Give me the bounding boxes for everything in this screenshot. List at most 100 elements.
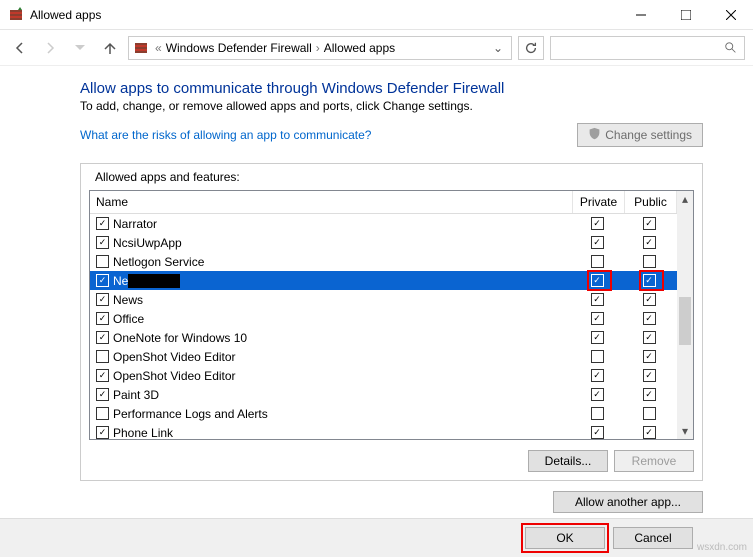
table-row[interactable]: Netlogon Service	[90, 252, 677, 271]
private-checkbox[interactable]	[591, 350, 604, 363]
grid-header: Name Private Public	[90, 191, 677, 214]
table-row[interactable]: Paint 3D	[90, 385, 677, 404]
group-label: Allowed apps and features:	[91, 170, 244, 184]
shield-icon	[588, 127, 601, 143]
nav-row: « Windows Defender Firewall › Allowed ap…	[0, 30, 753, 66]
titlebar: Allowed apps	[0, 0, 753, 30]
address-bar[interactable]: « Windows Defender Firewall › Allowed ap…	[128, 36, 512, 60]
public-checkbox[interactable]	[643, 331, 656, 344]
enable-checkbox[interactable]	[96, 255, 109, 268]
table-row[interactable]: News	[90, 290, 677, 309]
forward-button[interactable]	[38, 36, 62, 60]
app-name: Nexxxxxxxx	[113, 274, 573, 288]
table-row[interactable]: Narrator	[90, 214, 677, 233]
col-private[interactable]: Private	[573, 191, 625, 213]
watermark: wsxdn.com	[697, 542, 747, 553]
app-name: Paint 3D	[113, 388, 573, 402]
chevron-right-icon: ›	[314, 41, 322, 55]
breadcrumb-allowed-apps[interactable]: Allowed apps	[322, 41, 397, 55]
recent-dropdown[interactable]	[68, 36, 92, 60]
details-button[interactable]: Details...	[528, 450, 608, 472]
firewall-icon	[133, 40, 149, 56]
public-checkbox[interactable]	[643, 236, 656, 249]
public-checkbox[interactable]	[643, 293, 656, 306]
private-checkbox[interactable]	[591, 331, 604, 344]
public-checkbox[interactable]	[643, 407, 656, 420]
private-checkbox[interactable]	[591, 274, 604, 287]
table-row[interactable]: Performance Logs and Alerts	[90, 404, 677, 423]
table-row[interactable]: Phone Link	[90, 423, 677, 439]
minimize-button[interactable]	[618, 0, 663, 30]
public-checkbox[interactable]	[643, 255, 656, 268]
private-checkbox[interactable]	[591, 388, 604, 401]
cancel-button[interactable]: Cancel	[613, 527, 693, 549]
table-row[interactable]: Office	[90, 309, 677, 328]
col-name[interactable]: Name	[90, 191, 573, 213]
apps-grid: Name Private Public Narrator NcsiUwpApp Ne…	[89, 190, 694, 440]
change-settings-label: Change settings	[605, 128, 692, 142]
search-icon	[724, 41, 738, 55]
back-button[interactable]	[8, 36, 32, 60]
scroll-down-icon[interactable]: ▾	[677, 423, 693, 439]
public-checkbox[interactable]	[643, 312, 656, 325]
page-subtext: To add, change, or remove allowed apps a…	[80, 99, 703, 113]
ok-button[interactable]: OK	[525, 527, 605, 549]
enable-checkbox[interactable]	[96, 217, 109, 230]
enable-checkbox[interactable]	[96, 293, 109, 306]
breadcrumb-firewall[interactable]: Windows Defender Firewall	[164, 41, 314, 55]
enable-checkbox[interactable]	[96, 388, 109, 401]
public-checkbox[interactable]	[643, 350, 656, 363]
app-name: Office	[113, 312, 573, 326]
private-checkbox[interactable]	[591, 312, 604, 325]
enable-checkbox[interactable]	[96, 274, 109, 287]
private-checkbox[interactable]	[591, 217, 604, 230]
maximize-button[interactable]	[663, 0, 708, 30]
private-checkbox[interactable]	[591, 236, 604, 249]
private-checkbox[interactable]	[591, 426, 604, 439]
scroll-thumb[interactable]	[679, 297, 691, 345]
enable-checkbox[interactable]	[96, 369, 109, 382]
public-checkbox[interactable]	[643, 274, 656, 287]
dialog-footer: OK Cancel	[0, 518, 753, 557]
table-row[interactable]: Nexxxxxxxx	[90, 271, 677, 290]
public-checkbox[interactable]	[643, 388, 656, 401]
content-area: Allow apps to communicate through Window…	[0, 66, 753, 513]
private-checkbox[interactable]	[591, 255, 604, 268]
scroll-up-icon[interactable]: ▴	[677, 191, 693, 207]
refresh-button[interactable]	[518, 36, 544, 60]
allowed-apps-group: Allowed apps and features: Name Private …	[80, 163, 703, 481]
app-name: News	[113, 293, 573, 307]
col-public[interactable]: Public	[625, 191, 677, 213]
public-checkbox[interactable]	[643, 369, 656, 382]
app-name: OpenShot Video Editor	[113, 350, 573, 364]
up-button[interactable]	[98, 36, 122, 60]
risks-link[interactable]: What are the risks of allowing an app to…	[80, 128, 371, 142]
public-checkbox[interactable]	[643, 217, 656, 230]
enable-checkbox[interactable]	[96, 426, 109, 439]
allow-another-app-button[interactable]: Allow another app...	[553, 491, 703, 513]
table-row[interactable]: NcsiUwpApp	[90, 233, 677, 252]
close-button[interactable]	[708, 0, 753, 30]
app-name: Narrator	[113, 217, 573, 231]
table-row[interactable]: OneNote for Windows 10	[90, 328, 677, 347]
search-box[interactable]	[550, 36, 745, 60]
table-row[interactable]: OpenShot Video Editor	[90, 366, 677, 385]
enable-checkbox[interactable]	[96, 312, 109, 325]
enable-checkbox[interactable]	[96, 331, 109, 344]
scroll-track[interactable]	[677, 207, 693, 423]
enable-checkbox[interactable]	[96, 350, 109, 363]
app-name: NcsiUwpApp	[113, 236, 573, 250]
private-checkbox[interactable]	[591, 293, 604, 306]
change-settings-button[interactable]: Change settings	[577, 123, 703, 147]
table-row[interactable]: OpenShot Video Editor	[90, 347, 677, 366]
breadcrumb-separator: «	[153, 41, 164, 55]
firewall-icon	[8, 7, 24, 23]
enable-checkbox[interactable]	[96, 407, 109, 420]
page-heading: Allow apps to communicate through Window…	[80, 80, 703, 97]
address-dropdown[interactable]: ⌄	[489, 41, 507, 55]
enable-checkbox[interactable]	[96, 236, 109, 249]
scrollbar[interactable]: ▴ ▾	[677, 191, 693, 439]
private-checkbox[interactable]	[591, 369, 604, 382]
public-checkbox[interactable]	[643, 426, 656, 439]
private-checkbox[interactable]	[591, 407, 604, 420]
